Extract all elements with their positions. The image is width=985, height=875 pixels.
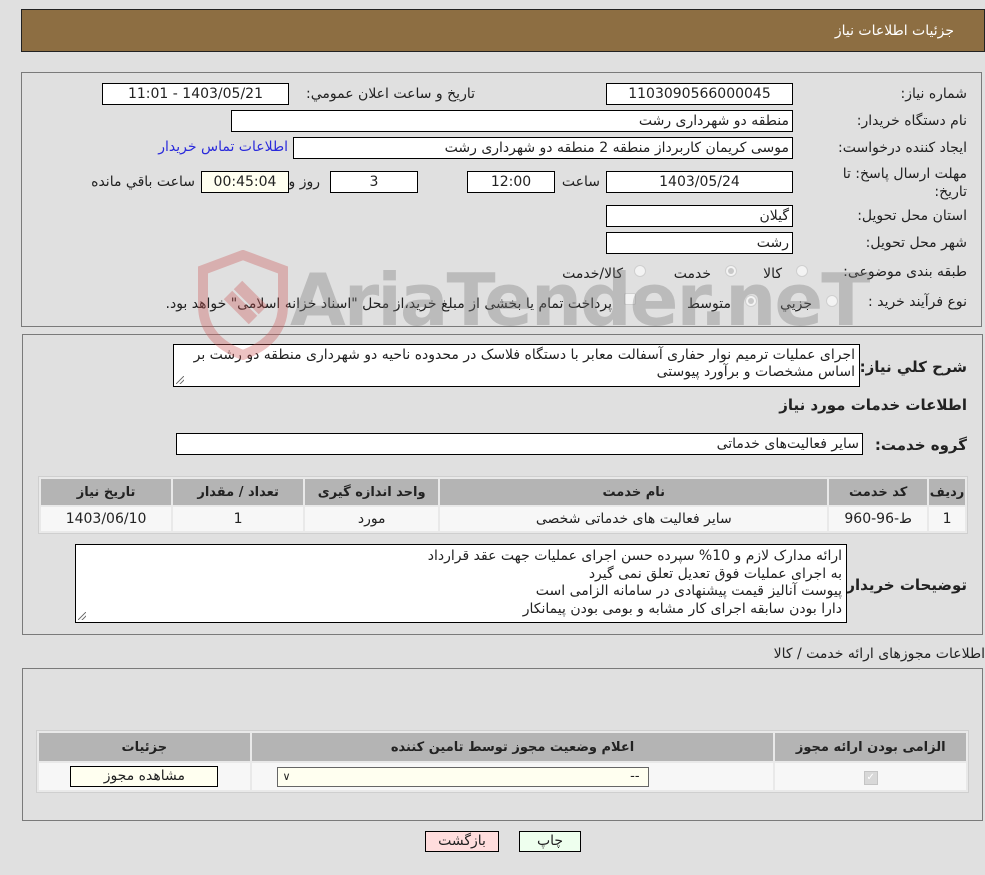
- category-option-service: خدمت: [673, 266, 711, 282]
- col-unit: واحد اندازه گیری: [305, 479, 439, 505]
- process-radio-minor[interactable]: [826, 295, 838, 307]
- page-title: جزئیات اطلاعات نیاز: [834, 23, 954, 39]
- buyer-notes-textarea[interactable]: ارائه مدارک لازم و 10% سپرده حسن اجرای ع…: [75, 544, 847, 623]
- category-option-goods-service: کالا/خدمت: [562, 266, 623, 282]
- province-field: گیلان: [606, 205, 793, 227]
- announce-date-label: تاریخ و ساعت اعلان عمومي:: [306, 86, 475, 102]
- process-option-medium: متوسط: [687, 296, 731, 312]
- buyer-contact-link[interactable]: اطلاعات تماس خریدار: [158, 139, 288, 155]
- col-license-status: اعلام وضعیت مجوز توسط تامین کننده: [251, 733, 774, 761]
- cell-need-date: 1403/06/10: [41, 507, 172, 531]
- cell-service-code: ط-96-960: [829, 507, 928, 531]
- requester-field: موسی کریمان کاربرداز منطقه 2 منطقه دو شه…: [293, 137, 793, 159]
- col-license-required: الزامی بودن ارائه مجوز: [775, 733, 966, 761]
- deadline-time-label: ساعت: [561, 174, 600, 190]
- license-required-checkbox[interactable]: ✓: [863, 771, 878, 785]
- col-quantity: تعداد / مقدار: [173, 479, 304, 505]
- licenses-table-header: الزامی بودن ارائه مجوز اعلام وضعیت مجوز …: [39, 733, 966, 761]
- remaining-time-field: 00:45:04: [201, 171, 289, 193]
- cell-license-status: -- ∨: [251, 763, 774, 790]
- view-license-button[interactable]: مشاهده مجوز: [70, 766, 219, 787]
- city-field: رشت: [606, 232, 793, 254]
- category-radio-goods[interactable]: [796, 265, 808, 277]
- description-textarea[interactable]: اجرای عملیات ترمیم نوار حفاری آسفالت معا…: [173, 344, 860, 387]
- deadline-date-field: 1403/05/24: [606, 171, 793, 193]
- category-label: طبقه بندی موضوعی:: [843, 264, 967, 280]
- cell-row-number: 1: [929, 507, 965, 531]
- licenses-heading: اطلاعات مجوزهای ارائه خدمت / کالا: [773, 646, 985, 662]
- buyer-note-line: ارائه مدارک لازم و 10% سپرده حسن اجرای ع…: [427, 548, 842, 564]
- cell-license-details: مشاهده مجوز: [39, 763, 250, 790]
- license-status-value: --: [630, 768, 640, 784]
- licenses-table: الزامی بودن ارائه مجوز اعلام وضعیت مجوز …: [36, 730, 969, 793]
- description-label: شرح كلي نياز:: [859, 358, 967, 376]
- cell-service-name: سایر فعالیت های خدماتی شخصی: [440, 507, 828, 531]
- buyer-org-field: منطقه دو شهرداری رشت: [231, 110, 793, 132]
- cell-license-required: ✓: [775, 763, 966, 790]
- deadline-label: مهلت ارسال پاسخ: تا تاریخ:: [842, 166, 967, 200]
- cell-quantity: 1: [173, 507, 304, 531]
- col-need-date: تاریخ نیاز: [41, 479, 172, 505]
- back-button[interactable]: بازگشت: [425, 831, 499, 852]
- treasury-checkbox-label: پرداخت تمام یا بخشی از مبلغ خرید،از محل …: [165, 296, 612, 312]
- service-group-field: سایر فعالیت‌های خدماتی: [176, 433, 863, 455]
- print-button[interactable]: چاپ: [519, 831, 581, 852]
- treasury-checkbox[interactable]: [624, 293, 636, 305]
- description-text: اجرای عملیات ترمیم نوار حفاری آسفالت معا…: [193, 347, 855, 380]
- buyer-note-line: به اجرای عملیات فوق تعدیل تعلق نمی گیرد: [588, 565, 842, 582]
- process-type-label: نوع فرآیند خرید :: [868, 294, 967, 310]
- buyer-note-line: پیوست آنالیز قیمت پیشنهادی در سامانه الز…: [535, 583, 842, 599]
- buyer-note-line: دارا بودن سابقه اجرای کار مشابه و بومی ب…: [522, 600, 842, 617]
- cell-unit: مورد: [305, 507, 439, 531]
- province-label: استان محل تحویل:: [857, 208, 967, 224]
- requester-label: ایجاد کننده درخواست:: [838, 140, 967, 156]
- col-license-details: جزئیات: [39, 733, 250, 761]
- resize-grip-icon[interactable]: [176, 376, 184, 384]
- category-radio-goods-service[interactable]: [634, 265, 646, 277]
- chevron-down-icon: ∨: [282, 769, 291, 783]
- need-number-label: شماره نیاز:: [900, 86, 968, 102]
- col-service-code: کد خدمت: [829, 479, 928, 505]
- service-group-label: گروه خدمت:: [874, 436, 967, 454]
- remaining-time-label: ساعت باقي مانده: [91, 174, 195, 190]
- services-table-header: ردیف کد خدمت نام خدمت واحد اندازه گیری ت…: [41, 479, 965, 505]
- buyer-notes-label: توضیحات خریدار:: [840, 576, 967, 594]
- process-option-minor: جزيي: [780, 296, 812, 312]
- col-row-number: ردیف: [929, 479, 965, 505]
- deadline-time-field: 12:00: [467, 171, 555, 193]
- table-row: ✓ -- ∨ مشاهده مجوز: [39, 763, 966, 790]
- page-header: جزئیات اطلاعات نیاز: [21, 9, 985, 52]
- days-remaining-field: 3: [330, 171, 418, 193]
- table-row: 1 ط-96-960 سایر فعالیت های خدماتی شخصی م…: [41, 507, 965, 531]
- license-status-select[interactable]: -- ∨: [276, 766, 649, 787]
- days-label: روز و: [288, 174, 321, 190]
- col-service-name: نام خدمت: [440, 479, 828, 505]
- category-radio-service[interactable]: [725, 265, 737, 277]
- process-radio-medium[interactable]: [745, 295, 757, 307]
- category-option-goods: کالا: [763, 266, 782, 282]
- services-table: ردیف کد خدمت نام خدمت واحد اندازه گیری ت…: [38, 476, 968, 534]
- buyer-org-label: نام دستگاه خریدار:: [856, 113, 967, 129]
- services-heading: اطلاعات خدمات مورد نیاز: [779, 396, 967, 414]
- announce-date-field: 1403/05/21 - 11:01: [102, 83, 289, 105]
- need-number-field: 1103090566000045: [606, 83, 793, 105]
- resize-grip-icon[interactable]: [78, 612, 86, 620]
- city-label: شهر محل تحویل:: [865, 235, 967, 251]
